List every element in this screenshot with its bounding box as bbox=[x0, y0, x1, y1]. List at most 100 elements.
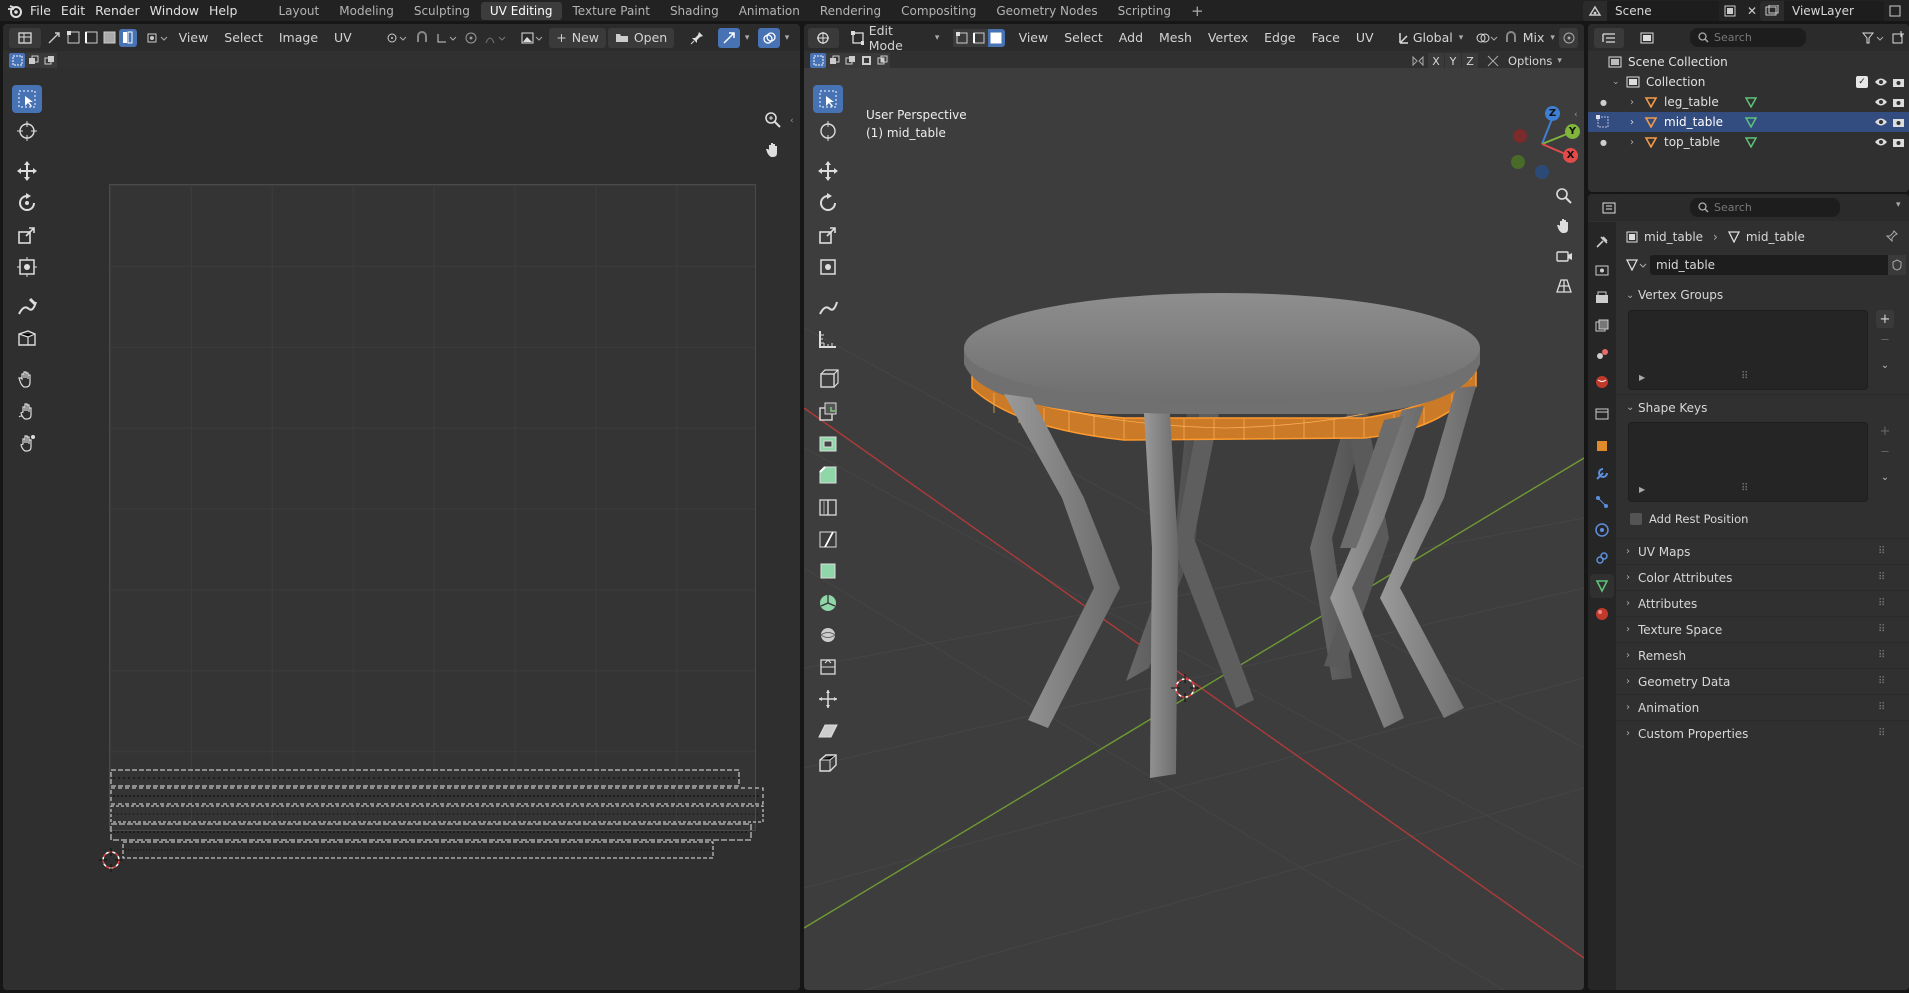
tab-texture-paint[interactable]: Texture Paint bbox=[564, 2, 659, 20]
mid-table-visibility-icon[interactable] bbox=[1874, 117, 1888, 127]
vertex-select-icon[interactable] bbox=[65, 31, 83, 44]
shear-tool[interactable] bbox=[813, 717, 843, 745]
add-vertex-group-button[interactable]: + bbox=[1876, 310, 1894, 328]
image-browse-icon[interactable] bbox=[517, 32, 547, 44]
cursor-tool[interactable] bbox=[12, 117, 42, 145]
select-box-tool[interactable] bbox=[12, 85, 42, 113]
inset-faces-tool[interactable] bbox=[813, 429, 843, 457]
edge-slide-tool[interactable] bbox=[813, 653, 843, 681]
rip-tool[interactable] bbox=[12, 325, 42, 353]
uv-maps-section[interactable]: › UV Maps ⠿ bbox=[1616, 538, 1909, 564]
vp-transform-tool[interactable] bbox=[813, 253, 843, 281]
vp-select-intersect-icon[interactable] bbox=[874, 52, 890, 68]
add-workspace-button[interactable]: + bbox=[1182, 0, 1213, 22]
orientation-selector[interactable]: Global ▾ bbox=[1394, 28, 1468, 48]
new-view-layer-icon[interactable] bbox=[1884, 1, 1906, 21]
editor-type-icon[interactable] bbox=[9, 27, 41, 48]
ortho-toggle-icon[interactable] bbox=[1552, 274, 1576, 298]
remesh-section[interactable]: › Remesh ⠿ bbox=[1616, 642, 1909, 668]
view-layer-icon[interactable] bbox=[1760, 1, 1784, 21]
properties-options-icon[interactable]: ▾ bbox=[1896, 200, 1901, 210]
proportional-edit-icon[interactable] bbox=[462, 31, 482, 45]
constraints-tab-icon[interactable] bbox=[1590, 546, 1614, 570]
vp-move-tool[interactable] bbox=[813, 157, 843, 185]
viewport-sidebar-toggle-icon[interactable]: ‹ bbox=[1574, 110, 1578, 120]
viewport-menu-select[interactable]: Select bbox=[1064, 30, 1103, 45]
vertex-groups-section[interactable]: ⌄ Vertex Groups bbox=[1616, 282, 1909, 308]
select-extend-icon[interactable] bbox=[25, 52, 41, 68]
display-mode-icon[interactable] bbox=[1632, 27, 1662, 48]
object-tab-icon[interactable] bbox=[1590, 434, 1614, 458]
transform-tool[interactable] bbox=[12, 253, 42, 281]
mesh-name-field[interactable]: mid_table bbox=[1650, 255, 1888, 275]
tab-compositing[interactable]: Compositing bbox=[892, 2, 985, 20]
menu-edit[interactable]: Edit bbox=[61, 3, 85, 18]
vertex-group-specials-icon[interactable]: ⌄ bbox=[1876, 356, 1894, 374]
mid-table-render-icon[interactable] bbox=[1892, 117, 1905, 128]
3d-viewport-canvas[interactable]: User Perspective (1) mid_table Z Y X ‹ bbox=[804, 68, 1584, 990]
edit-mode-indicator-icon[interactable] bbox=[1596, 115, 1630, 129]
viewport-pan-icon[interactable] bbox=[1552, 214, 1576, 238]
sticky-selection-icon[interactable] bbox=[143, 32, 173, 44]
tool-tab-icon[interactable] bbox=[1590, 230, 1614, 254]
new-image-button[interactable]: + New bbox=[549, 27, 606, 48]
outliner-editor-type-icon[interactable] bbox=[1594, 27, 1624, 48]
select-set-icon[interactable] bbox=[9, 52, 25, 68]
extrude-region-tool[interactable] bbox=[813, 397, 843, 425]
2d-cursor-icon[interactable] bbox=[99, 848, 123, 872]
color-attributes-section[interactable]: › Color Attributes ⠿ bbox=[1616, 564, 1909, 590]
table-front-legs[interactable] bbox=[1004, 386, 1476, 778]
collection-tab-icon[interactable] bbox=[1590, 402, 1614, 426]
shape-keys-list[interactable]: ▶ ⠿ bbox=[1628, 422, 1868, 502]
outliner-row-mid-table[interactable]: › mid_table bbox=[1588, 112, 1909, 132]
new-scene-icon[interactable] bbox=[1719, 1, 1741, 21]
viewport-menu-view[interactable]: View bbox=[1019, 30, 1049, 45]
viewport-zoom-icon[interactable] bbox=[1552, 184, 1576, 208]
snap-magnet-icon[interactable] bbox=[1502, 30, 1521, 45]
properties-editor-type-icon[interactable] bbox=[1594, 197, 1624, 218]
vertex-mode-icon[interactable] bbox=[953, 28, 971, 47]
mesh-data-icon[interactable] bbox=[1744, 116, 1758, 128]
shape-list-filter-toggle-icon[interactable]: ▶ bbox=[1639, 485, 1645, 494]
list-resize-handle[interactable]: ⠿ bbox=[1741, 371, 1749, 382]
collection-render-icon[interactable] bbox=[1892, 77, 1905, 88]
navigation-gizmo[interactable] bbox=[1504, 106, 1580, 182]
vp-cursor-tool[interactable] bbox=[813, 117, 843, 145]
custom-properties-section[interactable]: › Custom Properties ⠿ bbox=[1616, 720, 1909, 746]
particles-tab-icon[interactable] bbox=[1590, 490, 1614, 514]
view-layer-name[interactable]: ViewLayer bbox=[1784, 1, 1884, 21]
scene-collection-row[interactable]: Scene Collection bbox=[1588, 52, 1909, 72]
sync-selection-icon[interactable] bbox=[43, 31, 65, 45]
collection-row[interactable]: ⌄ Collection ✓ bbox=[1588, 72, 1909, 92]
poly-build-tool[interactable] bbox=[813, 557, 843, 585]
leg-table-visibility-icon[interactable] bbox=[1874, 97, 1888, 107]
tab-scripting[interactable]: Scripting bbox=[1109, 2, 1180, 20]
mirror-x-toggle[interactable]: X bbox=[1428, 53, 1444, 69]
rotate-tool[interactable] bbox=[12, 189, 42, 217]
select-subtract-icon[interactable] bbox=[41, 52, 57, 68]
filter-icon[interactable] bbox=[1858, 28, 1888, 47]
leg-table-render-icon[interactable] bbox=[1892, 97, 1905, 108]
vp-select-set-icon[interactable] bbox=[810, 52, 826, 68]
uv-islands[interactable] bbox=[103, 768, 773, 878]
vp-select-box-tool[interactable] bbox=[813, 85, 843, 113]
viewport-menu-vertex[interactable]: Vertex bbox=[1208, 30, 1248, 45]
shape-keys-section[interactable]: ⌄ Shape Keys bbox=[1616, 394, 1909, 420]
blender-logo-icon[interactable] bbox=[0, 0, 30, 22]
snap-icon[interactable] bbox=[412, 30, 432, 45]
grab-tool[interactable] bbox=[12, 365, 42, 393]
remove-vertex-group-button[interactable]: − bbox=[1876, 332, 1894, 346]
smooth-tool[interactable] bbox=[813, 621, 843, 649]
uv-menu-view[interactable]: View bbox=[179, 30, 209, 45]
tab-animation[interactable]: Animation bbox=[730, 2, 809, 20]
camera-view-icon[interactable] bbox=[1552, 244, 1576, 268]
shape-key-specials-icon[interactable]: ⌄ bbox=[1876, 468, 1894, 486]
viewport-editor-type-icon[interactable] bbox=[808, 27, 839, 48]
tab-modeling[interactable]: Modeling bbox=[330, 2, 403, 20]
uv-zoom-icon[interactable] bbox=[761, 108, 785, 132]
rip-region-tool[interactable] bbox=[813, 749, 843, 777]
mesh-data-icon[interactable] bbox=[1744, 136, 1758, 148]
viewport-menu-edge[interactable]: Edge bbox=[1264, 30, 1295, 45]
snap-mode-selector[interactable]: Mix ▾ bbox=[1521, 28, 1557, 48]
scene-tab-icon[interactable] bbox=[1590, 342, 1614, 366]
